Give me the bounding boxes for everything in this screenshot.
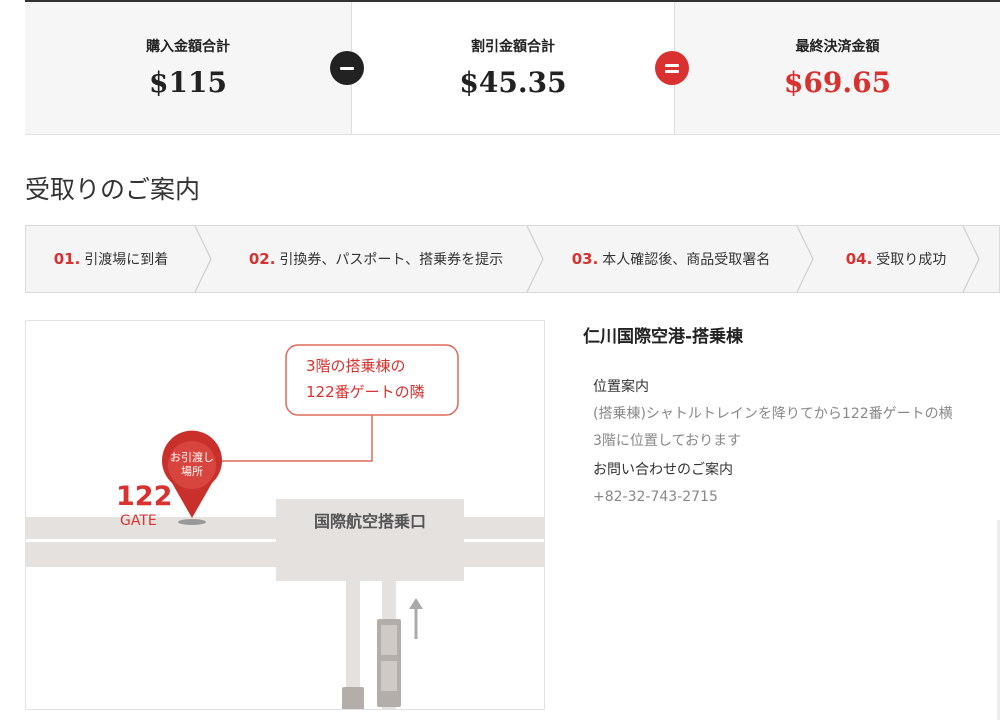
gate-label: GATE (120, 513, 157, 529)
pickup-steps: 01. 引渡場に到着 02. 引換券、パスポート、搭乗券を提示 03. 本人確認… (25, 225, 1000, 293)
callout-box (285, 344, 459, 416)
arrow-up-icon (409, 598, 423, 639)
shuttle-window (381, 661, 397, 691)
discount-total-value: $45.35 (459, 66, 567, 99)
callout-connector (222, 415, 373, 462)
callout-line-1: 3階の搭乗棟の (306, 357, 406, 375)
shuttle-train-left (342, 687, 364, 709)
step-label: 引換券、パスポート、搭乗券を提示 (279, 252, 504, 268)
step-number: 01. (53, 250, 81, 268)
pin-label-2: 場所 (181, 465, 203, 478)
final-amount-value: $69.65 (783, 66, 892, 99)
contact-phone[interactable]: +82-32-743-2715 (593, 484, 1000, 511)
section-title: 受取りのご案内 (25, 175, 201, 204)
chevron-right-icon (962, 226, 980, 292)
step-2: 02. 引換券、パスポート、搭乗券を提示 (216, 226, 536, 292)
step-4: 04. 受取り成功 (816, 226, 976, 292)
equals-icon (655, 51, 689, 85)
chevron-right-icon (194, 226, 212, 292)
location-guide-line-2: 3階に位置しております (593, 433, 742, 449)
location-title: 仁川国際空港-搭乗棟 (583, 327, 744, 347)
purchase-total-value: $115 (149, 66, 227, 99)
step-number: 03. (571, 250, 599, 268)
step-number: 04. (845, 250, 873, 268)
step-label: 引渡場に到着 (84, 252, 169, 268)
discount-total-cell: 割引金額合計 $45.35 (351, 2, 674, 134)
chevron-right-icon (526, 226, 544, 292)
final-amount-cell: 最終決済金額 $69.65 (674, 2, 1000, 134)
boarding-gate-label: 国際航空搭乗口 (314, 512, 426, 531)
location-info: 位置案内 (搭乗棟)シャトルトレインを降りてから122番ゲートの横 3階に位置し… (593, 374, 1000, 511)
final-amount-label: 最終決済金額 (795, 39, 880, 55)
step-number: 02. (248, 250, 276, 268)
step-label: 受取り成功 (876, 252, 947, 268)
purchase-total-label: 購入金額合計 (146, 39, 230, 55)
location-guide-line-1: (搭乗棟)シャトルトレインを降りてから122番ゲートの横 (593, 406, 953, 422)
pickup-location-map: 国際航空搭乗口 3階の搭乗棟の 122番ゲートの隣 お引渡し 場所 122 GA… (25, 320, 545, 710)
minus-icon (330, 51, 364, 85)
gate-number: 122 (116, 481, 172, 512)
location-guide-label: 位置案内 (593, 379, 649, 395)
payment-summary: 購入金額合計 $115 割引金額合計 $45.35 最終決済金額 $69.65 (25, 0, 1000, 135)
contact-label: お問い合わせのご案内 (593, 462, 733, 478)
purchase-total-cell: 購入金額合計 $115 (25, 2, 351, 134)
pin-label-1: お引渡し (170, 450, 214, 464)
callout-line-2: 122番ゲートの隣 (306, 383, 425, 401)
step-label: 本人確認後、商品受取署名 (602, 252, 771, 268)
chevron-right-icon (796, 226, 814, 292)
pin-shadow (178, 519, 206, 525)
discount-total-label: 割引金額合計 (471, 39, 555, 55)
step-1: 01. 引渡場に到着 (26, 226, 196, 292)
step-3: 03. 本人確認後、商品受取署名 (546, 226, 796, 292)
map-illustration: 国際航空搭乗口 3階の搭乗棟の 122番ゲートの隣 お引渡し 場所 122 GA… (26, 344, 544, 709)
shuttle-window (381, 625, 397, 655)
